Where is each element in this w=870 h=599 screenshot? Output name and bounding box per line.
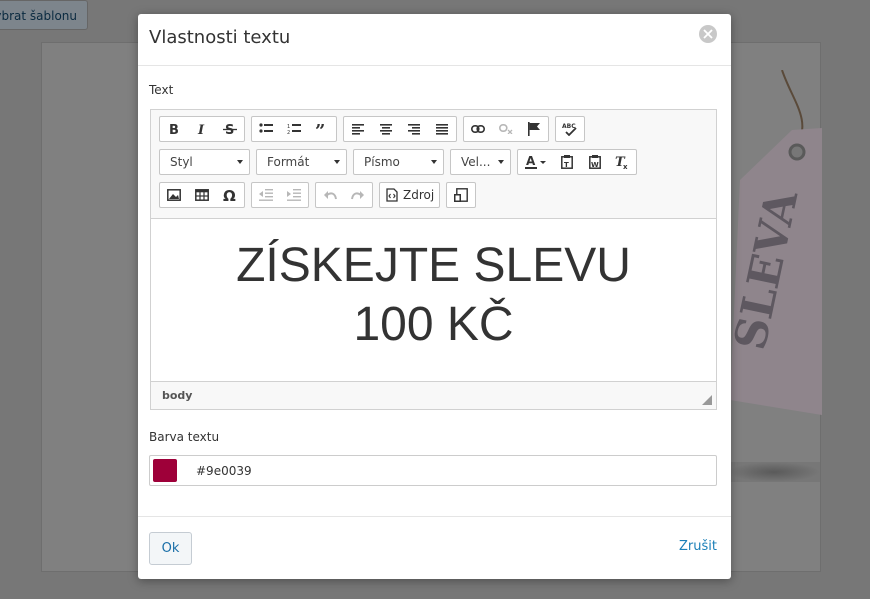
- image-icon[interactable]: [160, 183, 188, 207]
- style-combo-label: Styl: [170, 155, 193, 169]
- paste-text-icon[interactable]: T: [553, 150, 581, 174]
- font-combo[interactable]: Písmo: [353, 149, 444, 175]
- close-icon[interactable]: [699, 25, 717, 43]
- spellcheck-group: ABC: [555, 116, 585, 142]
- text-color-field[interactable]: [149, 455, 717, 487]
- editor-toolbar: B I S 12 ” ABC Styl Formát Písmo Vel... …: [151, 110, 716, 219]
- text-color-label: Barva textu: [149, 430, 220, 444]
- remove-format-icon[interactable]: Tx: [608, 150, 636, 174]
- outdent-icon[interactable]: [252, 183, 280, 207]
- link-icon[interactable]: [464, 117, 492, 141]
- dialog-header: Vlastnosti textu: [138, 14, 731, 66]
- bold-icon[interactable]: B: [160, 117, 188, 141]
- chevron-down-icon: [334, 160, 340, 164]
- editor-content-area[interactable]: ZÍSKEJTE SLEVU 100 KČ: [151, 218, 716, 382]
- source-label: Zdroj: [403, 188, 435, 202]
- redo-icon[interactable]: [344, 183, 372, 207]
- content-line-1: ZÍSKEJTE SLEVU: [236, 239, 631, 292]
- strikethrough-icon[interactable]: S: [216, 117, 244, 141]
- undo-icon[interactable]: [316, 183, 344, 207]
- paste-word-icon[interactable]: W: [581, 150, 609, 174]
- ok-button[interactable]: Ok: [149, 532, 192, 565]
- alignment-group: [343, 116, 457, 142]
- preview-group: [446, 182, 476, 208]
- anchor-flag-icon[interactable]: [520, 117, 548, 141]
- svg-text:2: 2: [287, 130, 290, 135]
- choose-template-button[interactable]: ybrat šablonu: [0, 0, 88, 30]
- align-right-icon[interactable]: [400, 117, 428, 141]
- insert-group: Ω: [159, 182, 245, 208]
- rich-text-editor: B I S 12 ” ABC Styl Formát Písmo Vel... …: [150, 109, 717, 410]
- element-path[interactable]: body: [162, 389, 192, 402]
- preview-icon[interactable]: [447, 183, 475, 207]
- color-paste-group: A T W Tx: [517, 149, 637, 175]
- font-combo-label: Písmo: [364, 155, 400, 169]
- tag-shadow: [728, 462, 820, 482]
- align-left-icon[interactable]: [344, 117, 372, 141]
- align-center-icon[interactable]: [372, 117, 400, 141]
- source-group: Zdroj: [379, 182, 440, 208]
- dialog-title: Vlastnosti textu: [149, 27, 291, 48]
- justify-icon[interactable]: [428, 117, 456, 141]
- blockquote-icon[interactable]: ”: [308, 117, 336, 141]
- link-group: [463, 116, 549, 142]
- svg-text:A: A: [526, 155, 536, 168]
- discount-tag-image: SLEVA: [725, 70, 822, 415]
- source-button[interactable]: Zdroj: [380, 183, 440, 207]
- color-hex-input[interactable]: [194, 456, 348, 487]
- unlink-icon[interactable]: [492, 117, 520, 141]
- svg-text:W: W: [591, 161, 599, 169]
- text-color-icon[interactable]: A: [518, 150, 553, 174]
- basic-style-group: B I S: [159, 116, 245, 142]
- style-combo[interactable]: Styl: [159, 149, 250, 175]
- text-field-label: Text: [149, 83, 174, 97]
- indent-group: [251, 182, 309, 208]
- resize-grip-icon[interactable]: [702, 395, 712, 405]
- svg-text:B: B: [169, 123, 179, 136]
- editor-statusbar: body: [151, 381, 716, 409]
- special-char-icon[interactable]: Ω: [216, 183, 244, 207]
- svg-text:x: x: [623, 163, 628, 169]
- svg-text:”: ”: [315, 123, 325, 135]
- list-group: 12 ”: [251, 116, 337, 142]
- chevron-down-icon: [498, 160, 504, 164]
- numbered-list-icon[interactable]: 12: [280, 117, 308, 141]
- source-icon: [386, 188, 398, 202]
- format-combo[interactable]: Formát: [256, 149, 347, 175]
- spellcheck-icon[interactable]: ABC: [556, 117, 584, 141]
- italic-icon[interactable]: I: [188, 117, 216, 141]
- size-combo[interactable]: Vel...: [450, 149, 511, 175]
- chevron-down-icon: [431, 160, 437, 164]
- color-swatch[interactable]: [153, 459, 177, 482]
- size-combo-label: Vel...: [461, 155, 491, 169]
- indent-icon[interactable]: [280, 183, 308, 207]
- text-properties-dialog: Vlastnosti textu Text B I S 12 ” ABC Sty…: [138, 14, 731, 579]
- history-group: [315, 182, 373, 208]
- chevron-down-icon: [237, 160, 243, 164]
- bulleted-list-icon[interactable]: [252, 117, 280, 141]
- dialog-footer: Ok Zrušit: [138, 516, 731, 580]
- content-line-2: 100 KČ: [353, 298, 514, 351]
- svg-text:T: T: [564, 161, 569, 169]
- svg-text:Ω: Ω: [223, 188, 236, 202]
- format-combo-label: Formát: [267, 155, 310, 169]
- table-icon[interactable]: [188, 183, 216, 207]
- svg-text:I: I: [197, 123, 205, 136]
- cancel-link[interactable]: Zrušit: [679, 539, 717, 554]
